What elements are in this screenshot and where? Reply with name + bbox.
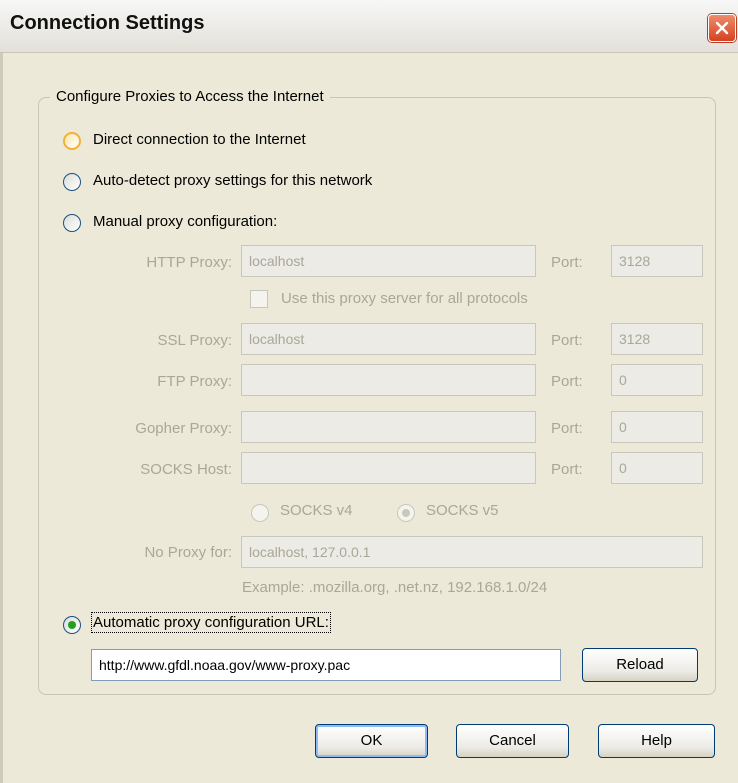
http-port-label: Port: bbox=[551, 254, 583, 271]
socks-port-input[interactable]: 0 bbox=[611, 452, 703, 484]
group-legend: Configure Proxies to Access the Internet bbox=[50, 88, 330, 105]
no-proxy-input[interactable]: localhost, 127.0.0.1 bbox=[241, 536, 703, 568]
ssl-proxy-input[interactable]: localhost bbox=[241, 323, 536, 355]
http-port-input[interactable]: 3128 bbox=[611, 245, 703, 277]
gopher-port-input[interactable]: 0 bbox=[611, 411, 703, 443]
radio-socks-v5-dot bbox=[402, 509, 410, 517]
close-icon bbox=[715, 21, 729, 35]
close-button[interactable] bbox=[708, 14, 736, 42]
use-all-protocols-checkbox[interactable] bbox=[250, 290, 268, 308]
label-socks-v5: SOCKS v5 bbox=[426, 502, 499, 519]
ftp-port-label: Port: bbox=[551, 373, 583, 390]
ssl-proxy-label: SSL Proxy: bbox=[157, 332, 232, 349]
radio-pac-dot bbox=[68, 621, 76, 629]
ssl-port-label: Port: bbox=[551, 332, 583, 349]
label-pac[interactable]: Automatic proxy configuration URL: bbox=[91, 612, 331, 633]
use-all-protocols-label: Use this proxy server for all protocols bbox=[281, 290, 528, 307]
window-border bbox=[0, 53, 3, 783]
title-bar: Connection Settings bbox=[0, 0, 738, 53]
http-proxy-label: HTTP Proxy: bbox=[146, 254, 232, 271]
socks-host-input[interactable] bbox=[241, 452, 536, 484]
radio-direct[interactable] bbox=[63, 132, 81, 150]
radio-pac[interactable] bbox=[63, 616, 81, 634]
gopher-proxy-label: Gopher Proxy: bbox=[135, 420, 232, 437]
label-manual[interactable]: Manual proxy configuration: bbox=[93, 213, 277, 230]
socks-host-label: SOCKS Host: bbox=[140, 461, 232, 478]
window-title: Connection Settings bbox=[10, 12, 205, 34]
cancel-button[interactable]: Cancel bbox=[456, 724, 569, 758]
ok-button[interactable]: OK bbox=[315, 724, 428, 758]
ftp-proxy-input[interactable] bbox=[241, 364, 536, 396]
ssl-port-input[interactable]: 3128 bbox=[611, 323, 703, 355]
ftp-proxy-label: FTP Proxy: bbox=[157, 373, 232, 390]
no-proxy-label: No Proxy for: bbox=[144, 544, 232, 561]
gopher-port-label: Port: bbox=[551, 420, 583, 437]
reload-button[interactable]: Reload bbox=[582, 648, 698, 682]
label-autodetect[interactable]: Auto-detect proxy settings for this netw… bbox=[93, 172, 372, 189]
radio-autodetect[interactable] bbox=[63, 173, 81, 191]
radio-socks-v4[interactable] bbox=[251, 504, 269, 522]
gopher-proxy-input[interactable] bbox=[241, 411, 536, 443]
radio-socks-v5[interactable] bbox=[397, 504, 415, 522]
radio-manual[interactable] bbox=[63, 214, 81, 232]
label-socks-v4: SOCKS v4 bbox=[280, 502, 353, 519]
http-proxy-input[interactable]: localhost bbox=[241, 245, 536, 277]
label-direct[interactable]: Direct connection to the Internet bbox=[93, 131, 306, 148]
socks-port-label: Port: bbox=[551, 461, 583, 478]
pac-url-input[interactable]: http://www.gfdl.noaa.gov/www-proxy.pac bbox=[91, 649, 561, 681]
no-proxy-example: Example: .mozilla.org, .net.nz, 192.168.… bbox=[242, 579, 548, 596]
ftp-port-input[interactable]: 0 bbox=[611, 364, 703, 396]
help-button[interactable]: Help bbox=[598, 724, 715, 758]
